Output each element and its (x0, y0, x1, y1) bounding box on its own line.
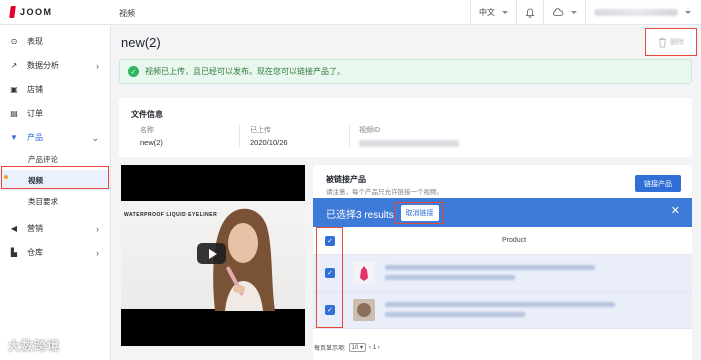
delete-label: 删除 (670, 39, 684, 46)
sidebar-item-label: 营销 (27, 223, 43, 233)
breadcrumb: 视频 (119, 9, 135, 18)
analytics-icon: ↗ (10, 60, 18, 70)
delete-button[interactable]: 删除 (645, 28, 697, 56)
page-size-value: 10 (351, 345, 359, 351)
page-nav[interactable]: ‹ 1 › (369, 345, 380, 351)
page-title: new(2) (121, 35, 161, 50)
warehouse-icon: ▙ (10, 247, 18, 257)
sidebar-item-marketing[interactable]: ◀ 营销 › (0, 216, 110, 240)
alert-message: 视频已上传，且已经可以发布。现在您可以链接产品了。 (145, 67, 345, 76)
sidebar-item-label: 表现 (27, 36, 43, 46)
chevron-down-icon (571, 11, 577, 14)
shirt-icon: ▼ (10, 132, 18, 142)
selection-bar: 已选择3 results 取消链接 ✕ (313, 198, 692, 227)
logo-text: JOOM (20, 7, 53, 17)
sidebar-item-label: 数据分析 (27, 60, 59, 70)
sidebar-item-orders[interactable]: ▤ 订单 (0, 101, 110, 125)
trash-icon (659, 37, 666, 47)
video-caption: WATERPROOF LIQUID EYELINER (124, 212, 218, 218)
notifications-button[interactable] (516, 0, 543, 25)
linked-products-card: 被链接产品 请注意，每个产品只允许链接一个视频。 链接产品 已选择3 resul… (313, 165, 692, 360)
joom-logo-mark (9, 6, 16, 18)
video-id-redacted (359, 140, 459, 147)
store-icon: ▣ (10, 84, 18, 94)
sidebar-item-label: 产品 (27, 132, 43, 142)
unlink-button-highlight: 取消链接 (395, 202, 444, 224)
field-value: new(2) (140, 138, 163, 147)
product-info-redacted (385, 265, 595, 285)
cloud-icon (553, 7, 564, 16)
field-label: 已上传 (250, 127, 271, 134)
annotation-highlight-videos (1, 166, 109, 189)
user-name-redacted (594, 9, 678, 16)
user-menu[interactable] (585, 0, 701, 25)
watermark: 大数跨境 (8, 339, 61, 353)
sidebar-subitem-category-requirements[interactable]: 类目要求 (0, 191, 110, 212)
linked-products-note: 请注意，每个产品只允许链接一个视频。 (326, 189, 443, 196)
top-bar: JOOM 视频 中文 (0, 0, 701, 25)
annotation-highlight-checkboxes (316, 227, 343, 328)
field-label: 名称 (140, 127, 154, 134)
chevron-right-icon: › (96, 248, 99, 258)
field-uploaded: 已上传 2020/10/26 (250, 125, 288, 147)
table-row[interactable]: ✓ (313, 255, 692, 292)
file-info-card: 文件信息 名称 new(2) 已上传 2020/10/26 视频ID (119, 98, 692, 157)
chevron-down-icon: ⌄ (91, 133, 99, 143)
sidebar-item-performance[interactable]: ⊙ 表现 (0, 29, 110, 53)
sidebar: ⊙ 表现 ↗ 数据分析 › ▣ 店铺 ▤ 订单 ▼ 产品 ⌄ 产品评论 视频 类… (0, 25, 111, 360)
close-icon[interactable]: ✕ (671, 204, 680, 217)
top-right-controls: 中文 (470, 0, 701, 25)
divider (239, 125, 240, 147)
file-info-title: 文件信息 (131, 110, 163, 119)
video-frame: WATERPROOF LIQUID EYELINER (121, 201, 305, 311)
chevron-right-icon: › (96, 224, 99, 234)
bell-icon (525, 8, 535, 18)
cloud-menu[interactable] (543, 0, 585, 25)
product-thumbnail (353, 262, 375, 284)
divider (349, 125, 350, 147)
sidebar-item-label: 店铺 (27, 84, 43, 94)
link-products-button[interactable]: 链接产品 (635, 175, 681, 192)
sidebar-item-products[interactable]: ▼ 产品 ⌄ (0, 125, 110, 149)
performance-icon: ⊙ (10, 36, 18, 46)
field-label: 视频ID (359, 127, 380, 134)
chevron-down-icon (502, 11, 508, 14)
unlink-button[interactable]: 取消链接 (400, 205, 439, 221)
check-circle-icon: ✓ (128, 66, 139, 77)
sidebar-item-store[interactable]: ▣ 店铺 (0, 77, 110, 101)
product-info-redacted (385, 302, 615, 322)
megaphone-icon: ◀ (10, 223, 18, 233)
joom-logo[interactable]: JOOM (9, 6, 53, 18)
column-header-product: Product (502, 237, 527, 244)
table-header: ✓ Product (313, 227, 692, 255)
play-icon[interactable] (197, 243, 226, 264)
chevron-right-icon: › (96, 61, 99, 71)
upload-success-alert: ✓ 视频已上传，且已经可以发布。现在您可以链接产品了。 (119, 59, 692, 84)
page-size-label: 每页显示项: (314, 346, 346, 352)
pagination: 每页显示项: 10 ▾ ‹ 1 › (314, 343, 380, 352)
linked-products-title: 被链接产品 (326, 175, 366, 184)
product-thumbnail (353, 299, 375, 321)
sidebar-item-label: 仓库 (27, 247, 43, 257)
language-selector[interactable]: 中文 (470, 0, 516, 25)
table-row[interactable]: ✓ (313, 292, 692, 329)
selection-count: 已选择3 results (326, 210, 394, 221)
chevron-down-icon (685, 11, 691, 14)
annotation-dot (4, 175, 8, 179)
page-size-select[interactable]: 10 ▾ (348, 343, 367, 352)
field-name: 名称 new(2) (140, 125, 163, 147)
field-value: 2020/10/26 (250, 138, 288, 147)
video-player[interactable]: WATERPROOF LIQUID EYELINER (121, 165, 305, 346)
sidebar-item-warehouse[interactable]: ▙ 仓库 › (0, 240, 110, 264)
sidebar-item-analytics[interactable]: ↗ 数据分析 › (0, 53, 110, 77)
field-video-id: 视频ID (359, 125, 459, 147)
language-label: 中文 (479, 8, 495, 17)
sidebar-item-label: 订单 (27, 108, 43, 118)
order-icon: ▤ (10, 108, 18, 118)
